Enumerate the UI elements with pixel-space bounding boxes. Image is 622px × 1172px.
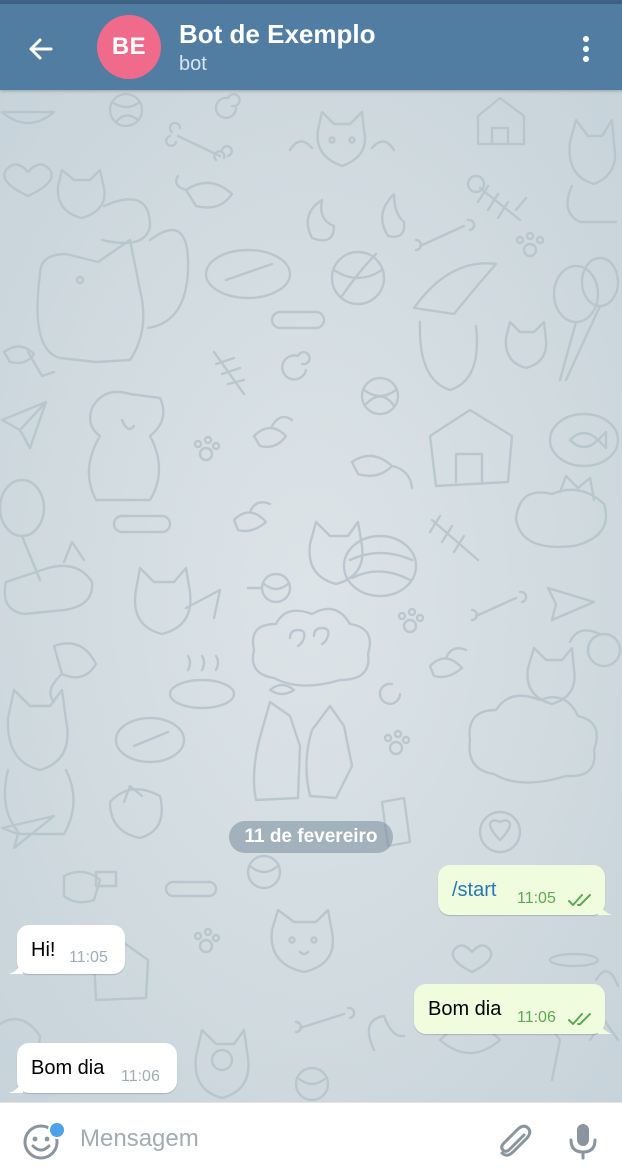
more-vertical-icon: [583, 36, 589, 62]
message-text: Hi!: [31, 939, 56, 961]
double-check-icon: [568, 894, 591, 906]
bubble-tail: [598, 898, 612, 915]
message-time: 11:05: [517, 890, 556, 907]
message-time: 11:06: [517, 1009, 556, 1026]
message-composer: [0, 1102, 622, 1172]
arrow-left-icon: [29, 38, 53, 60]
message-input[interactable]: [80, 1121, 480, 1157]
message-bubble-outgoing[interactable]: /start 11:05: [438, 865, 605, 915]
chat-area[interactable]: 11 de fevereiro /start 11:05 Hi! 11:05 B…: [0, 90, 622, 1102]
back-button[interactable]: [18, 26, 64, 72]
message-text: Bom dia: [31, 1057, 105, 1079]
chat-header: BE Bot de Exemplo bot: [0, 4, 622, 90]
more-options-button[interactable]: [568, 26, 604, 72]
message-text: Bom dia: [428, 998, 502, 1020]
paperclip-icon[interactable]: [494, 1121, 534, 1161]
message-bubble-incoming[interactable]: Hi! 11:05: [17, 925, 125, 974]
message-bubble-outgoing[interactable]: Bom dia 11:06: [414, 984, 605, 1034]
bubble-tail: [9, 1076, 23, 1093]
chat-title[interactable]: Bot de Exemplo: [179, 19, 375, 50]
avatar[interactable]: BE: [97, 15, 161, 79]
message-bubble-incoming[interactable]: Bom dia 11:06: [17, 1043, 177, 1093]
double-check-icon: [568, 1013, 591, 1025]
notification-dot: [48, 1121, 66, 1139]
microphone-icon[interactable]: [564, 1121, 602, 1161]
bubble-tail: [9, 957, 23, 974]
date-separator: 11 de fevereiro: [229, 821, 393, 853]
command-link[interactable]: /start: [452, 879, 496, 902]
message-time: 11:05: [69, 949, 108, 966]
message-time: 11:06: [121, 1068, 160, 1085]
chat-subtitle: bot: [179, 53, 207, 75]
chat-screen: BE Bot de Exemplo bot 11 de fevereiro /s…: [0, 0, 622, 1172]
bubble-tail: [598, 1017, 612, 1034]
